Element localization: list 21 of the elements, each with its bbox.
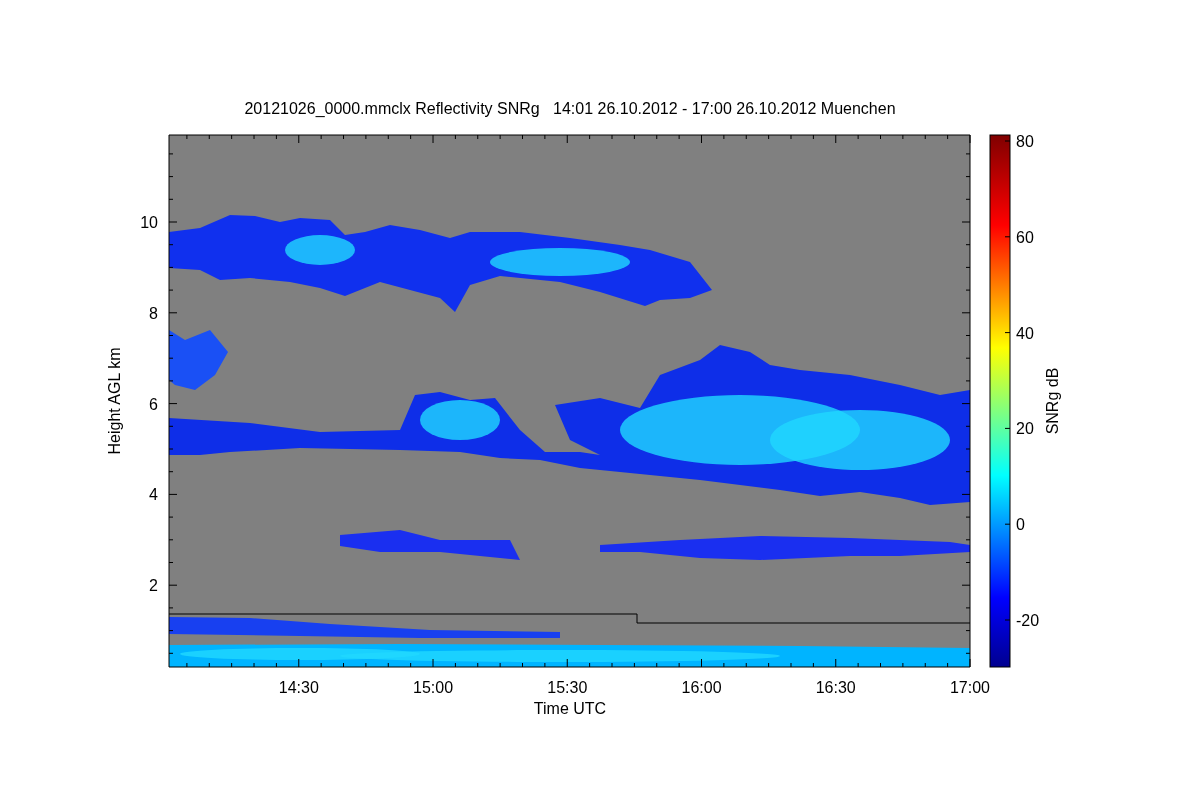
y-tick-label: 10: [140, 214, 158, 231]
colorbar-tick-label: 80: [1016, 133, 1034, 150]
x-tick-label: 15:30: [547, 679, 588, 696]
colorbar-tick-label: 60: [1016, 228, 1034, 246]
y-axis-label: Height AGL km: [106, 347, 123, 455]
x-tick-label: 17:00: [950, 679, 990, 696]
x-tick-label: 16:30: [815, 679, 856, 696]
y-tick-label: 2: [149, 577, 158, 595]
y-tick-label: 6: [149, 395, 158, 413]
x-tick-label: 14:30: [278, 679, 319, 696]
colorbar-tick-label: 20: [1016, 420, 1034, 438]
colorbar-tick-label: 0: [1016, 516, 1025, 534]
chart-title: 20121026_0000.mmclx Reflectivity SNRg 14:01 26.10.2012 - 17:00 26.10.2012 Muenchen: [244, 100, 896, 117]
colorbar-label: SNRg dB: [1044, 367, 1061, 435]
colorbar-tick-label: 40: [1016, 324, 1034, 342]
x-axis-label: Time UTC: [533, 700, 607, 717]
x-tick-label: 16:00: [681, 679, 722, 696]
y-tick-label: 4: [149, 486, 158, 504]
x-tick-label: 15:00: [413, 679, 454, 696]
y-tick-label: 8: [149, 304, 158, 322]
colorbar-tick-label: -20: [1016, 612, 1040, 629]
